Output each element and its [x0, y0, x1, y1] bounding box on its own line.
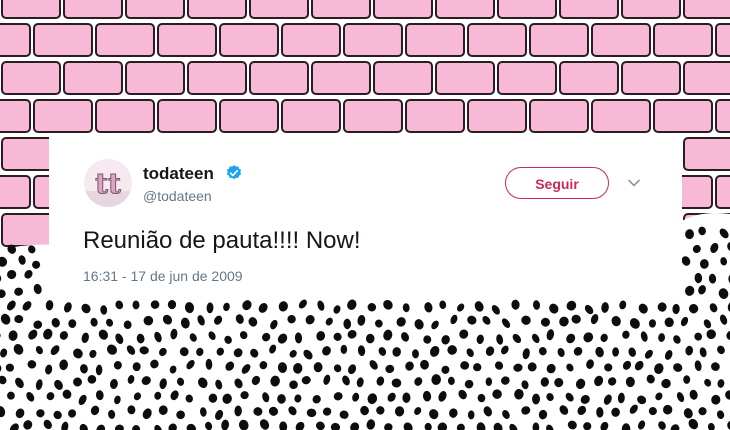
- display-name[interactable]: todateen: [143, 164, 214, 184]
- follow-button[interactable]: Seguir: [505, 167, 609, 199]
- tweet-timestamp[interactable]: 16:31 - 17 de jun de 2009: [83, 268, 243, 284]
- user-handle[interactable]: @todateen: [143, 188, 212, 204]
- verified-badge-icon: [226, 165, 242, 180]
- tweet-text: Reunião de pauta!!!! Now!: [83, 227, 361, 254]
- avatar[interactable]: tt: [84, 159, 132, 207]
- chevron-down-icon[interactable]: [627, 178, 641, 188]
- tweet-card: tt todateen @todateen Seguir Reunião de …: [49, 133, 682, 298]
- avatar-logo-text: tt: [95, 167, 121, 200]
